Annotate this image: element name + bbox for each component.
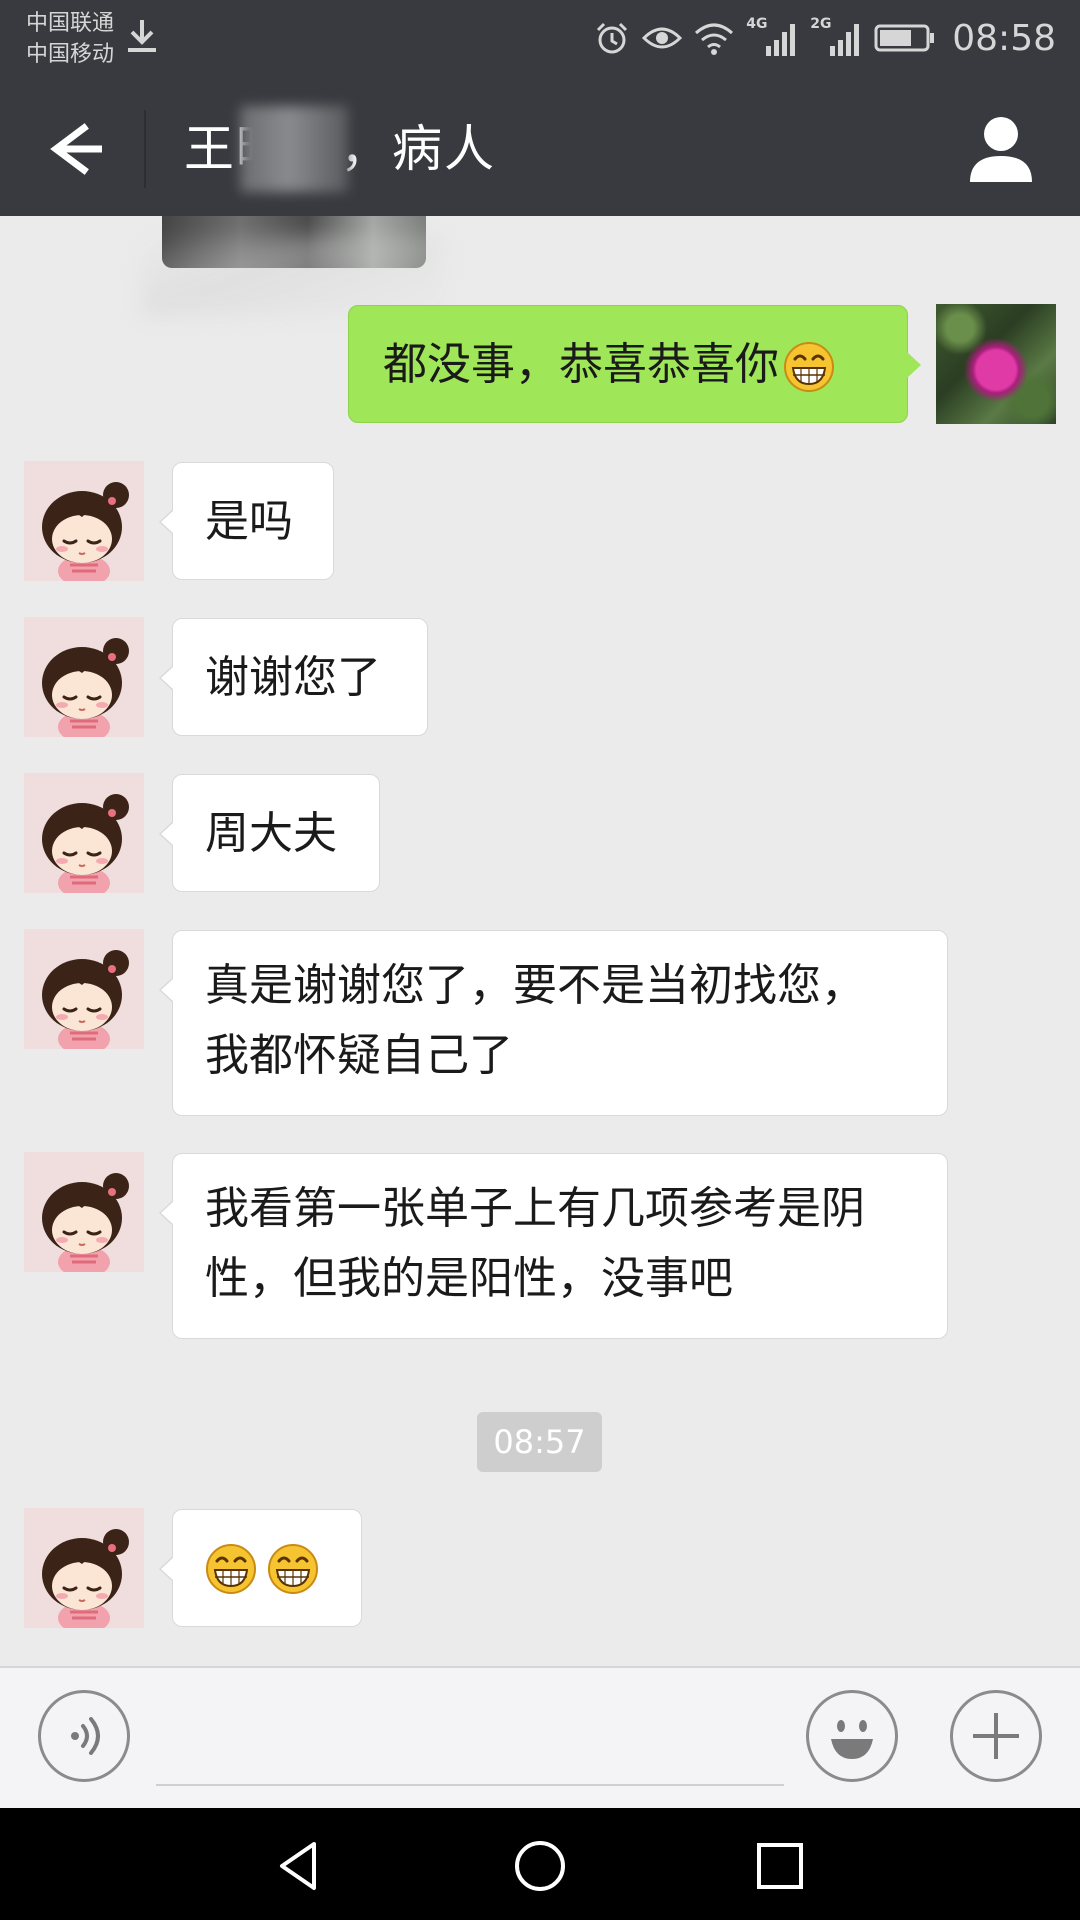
- message-bubble-incoming[interactable]: 周大夫: [159, 774, 380, 892]
- title-divider: [144, 110, 146, 188]
- timestamp-divider: 08:57: [477, 1412, 602, 1472]
- message-input[interactable]: [156, 1692, 784, 1786]
- chat-screen: 中国联通 中国移动 4G 2G 08:58 都没事，恭喜恭喜你 是吗 谢谢您了 …: [0, 0, 1080, 1920]
- recents-square-icon[interactable]: [750, 1836, 810, 1896]
- more-button[interactable]: [950, 1690, 1042, 1782]
- contact-avatar[interactable]: [24, 929, 144, 1049]
- carrier-1: 中国联通: [26, 11, 115, 36]
- back-arrow-icon[interactable]: [38, 118, 108, 180]
- emoji-button[interactable]: [806, 1690, 898, 1782]
- signal-icon-2: 2G: [810, 16, 862, 58]
- carrier-info: 中国联通 中国移动: [26, 8, 114, 70]
- carrier-2: 中国移动: [26, 42, 115, 67]
- previous-image-message[interactable]: [162, 216, 426, 268]
- message-line: 性，但我的是阳性，没事吧: [205, 1253, 733, 1304]
- wifi-icon: [695, 23, 734, 55]
- signal-icon: 4G: [746, 16, 798, 58]
- emoji-row: [205, 1534, 329, 1604]
- grin-emoji-icon: [205, 1543, 257, 1595]
- voice-icon: [71, 1717, 100, 1755]
- input-bar: [0, 1666, 1080, 1808]
- message-text: 都没事，恭喜恭喜你: [383, 339, 779, 390]
- message-bubble-outgoing[interactable]: 都没事，恭喜恭喜你: [348, 305, 921, 423]
- home-circle-icon[interactable]: [510, 1836, 570, 1896]
- message-list[interactable]: 都没事，恭喜恭喜你 是吗 谢谢您了 周大夫 真是谢谢您了，要不是当初找您， 我都…: [0, 216, 1080, 1666]
- eye-icon: [642, 27, 683, 49]
- message-line: 真是谢谢您了，要不是当初找您，: [205, 960, 865, 1011]
- battery-icon: [874, 24, 935, 52]
- emoji-icon: [831, 1720, 873, 1759]
- back-triangle-icon[interactable]: [270, 1836, 330, 1896]
- message-text: 谢谢您了: [205, 652, 381, 703]
- message-bubble-incoming[interactable]: 谢谢您了: [159, 618, 428, 736]
- download-icon: [128, 20, 156, 52]
- status-time: 08:58: [952, 17, 1056, 59]
- contact-avatar[interactable]: [24, 1508, 144, 1628]
- my-avatar[interactable]: [936, 304, 1056, 424]
- system-nav-bar: [0, 1808, 1080, 1920]
- message-bubble-incoming[interactable]: [159, 1509, 362, 1627]
- message-line: 我看第一张单子上有几项参考是阴: [205, 1183, 865, 1234]
- contact-avatar[interactable]: [24, 461, 144, 581]
- contact-avatar[interactable]: [24, 1152, 144, 1272]
- contact-avatar[interactable]: [24, 773, 144, 893]
- message-bubble-incoming[interactable]: 真是谢谢您了，要不是当初找您， 我都怀疑自己了: [159, 930, 948, 1116]
- message-bubble-incoming[interactable]: 是吗: [159, 462, 334, 580]
- plus-icon: [973, 1713, 1019, 1759]
- name-blur: [240, 106, 348, 192]
- grin-emoji-icon: [267, 1543, 319, 1595]
- message-line: 我都怀疑自己了: [205, 1030, 513, 1081]
- voice-input-button[interactable]: [38, 1690, 130, 1782]
- alarm-icon: [597, 22, 628, 54]
- status-bar: 中国联通 中国移动 4G 2G 08:58: [0, 0, 1080, 82]
- title-bar: 王晓明，病人: [0, 82, 1080, 216]
- message-text: 周大夫: [205, 808, 337, 859]
- message-text: 是吗: [205, 496, 293, 547]
- status-icons: 4G 2G 08:58: [594, 14, 1056, 62]
- message-bubble-incoming[interactable]: 我看第一张单子上有几项参考是阴 性，但我的是阳性，没事吧: [159, 1153, 948, 1339]
- profile-icon[interactable]: [966, 112, 1036, 184]
- grin-emoji-icon: [783, 341, 835, 393]
- contact-avatar[interactable]: [24, 617, 144, 737]
